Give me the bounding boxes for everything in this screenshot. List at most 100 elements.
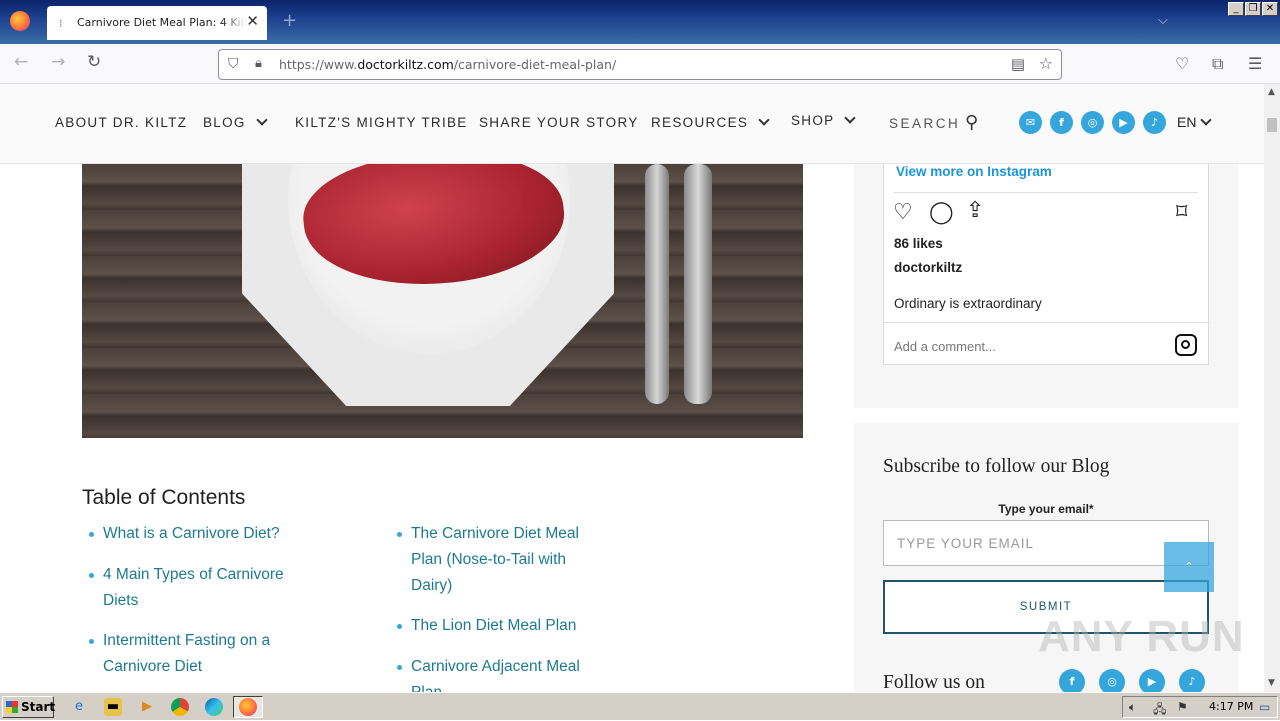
network-icon[interactable]: 🖧 [1153,700,1166,721]
toc-link-line: Dairy) [411,577,453,594]
volume-icon[interactable]: 🔈︎ [1129,700,1136,715]
nav-blog-label: BLOG [203,115,246,130]
nav-share-story[interactable]: SHARE YOUR STORY [479,115,639,130]
reader-view-icon[interactable]: ▤ [1011,55,1025,73]
site-header: ABOUT DR. KILTZ BLOG KILTZ'S MIGHTY TRIB… [0,84,1264,164]
search-label[interactable]: SEARCH [889,116,960,131]
toc-link-line: Plan (Nose-to-Tail with [411,551,567,568]
show-desktop-icon[interactable]: ▭ [1259,700,1270,714]
add-comment-field[interactable]: Add a comment... [894,339,996,354]
back-arrow-icon[interactable]: ← [14,52,28,72]
start-label: Start [21,700,56,714]
toc-link-line: Diets [103,592,139,609]
start-button[interactable]: Start [2,696,56,718]
youtube-icon[interactable]: ▶ [1112,111,1135,134]
forward-arrow-icon[interactable]: → [51,52,65,72]
scrollbar-thumb[interactable] [1267,118,1277,132]
likes-count: 86 likes [894,236,943,251]
share-icon[interactable]: ⇪ [966,198,984,223]
bookmark-star-icon[interactable]: ☆ [1039,54,1053,73]
toc-link-what-is[interactable]: What is a Carnivore Diet? [103,521,280,547]
chevron-down-icon [256,114,268,126]
firefox-icon [239,698,257,716]
toc-link-line: Intermittent Fasting on a [103,632,271,649]
instagram-embed-card: View more on Instagram ♡ ◯ ⇪ ⌑ 86 likes … [883,164,1210,365]
tab-list-chevron-icon[interactable]: ⌵ [1158,13,1168,28]
nav-about[interactable]: ABOUT DR. KILTZ [55,115,187,130]
toc-link-line: The Carnivore Diet Meal [411,525,579,542]
bookmark-icon[interactable]: ⌑ [1176,200,1187,225]
toc-link-nose-to-tail[interactable]: The Carnivore Diet Meal Plan (Nose-to-Tai… [411,521,579,599]
taskbar-firefox-active[interactable] [233,696,263,718]
instagram-logo-icon[interactable] [1175,334,1197,356]
chevron-down-icon [1200,114,1213,126]
nav-resources[interactable]: RESOURCES [651,114,770,130]
scroll-up-arrow-icon[interactable]: ▲ [1268,87,1275,97]
hero-image-steak-plate [82,164,803,438]
nav-tribe[interactable]: KILTZ'S MIGHTY TRIBE [295,115,468,130]
extensions-icon[interactable]: ⧉ [1212,54,1223,74]
tab-favicon-icon: ⁞ [59,17,63,30]
language-label: EN [1177,114,1197,130]
nav-blog[interactable]: BLOG [203,114,268,130]
instagram-username[interactable]: doctorkiltz [894,260,962,275]
tracking-shield-icon[interactable]: ⛉ [228,56,239,72]
subscribe-title: Subscribe to follow our Blog [883,456,1110,477]
scroll-down-arrow-icon[interactable]: ▼ [1268,678,1275,688]
media-player-icon[interactable]: ▶ [138,698,156,716]
lock-icon[interactable]: 🔒︎ [255,56,262,71]
toc-link-adjacent[interactable]: Carnivore Adjacent Meal Plan [411,654,580,692]
facebook-icon[interactable]: f [1050,111,1073,134]
toc-link-intermittent-fasting[interactable]: Intermittent Fasting on a Carnivore Diet [103,628,270,680]
windows-taskbar: Start e ▬ ▶ 🔈︎ 🖧 ⚑ 4:17 PM ▭ [0,692,1280,720]
folder-icon[interactable]: ▬ [104,698,122,716]
new-tab-button[interactable]: + [282,10,297,31]
comment-icon[interactable]: ◯ [929,200,954,225]
url-bar[interactable]: ⛉ 🔒︎ https://www.doctorkiltz.com/carnivo… [218,49,1062,80]
anyrun-watermark: ANY RUN [1038,612,1245,661]
toc-link-lion-diet[interactable]: The Lion Diet Meal Plan [411,613,576,639]
language-selector[interactable]: EN [1177,114,1213,130]
email-icon[interactable]: ✉ [1019,111,1042,134]
ie-icon[interactable]: e [70,698,88,716]
nav-resources-label: RESOURCES [651,115,749,130]
reload-icon[interactable]: ↻ [87,52,101,72]
menu-hamburger-icon[interactable]: ☰ [1248,54,1262,73]
toc-bullet [397,532,402,537]
flag-icon[interactable]: ⚑ [1177,700,1188,714]
window-close-button[interactable]: ✕ [1262,2,1278,16]
toc-link-line: Carnivore Adjacent Meal [411,658,580,675]
search-icon[interactable]: ⚲ [965,112,978,133]
nav-shop-label: SHOP [791,113,835,128]
tab-close-button[interactable]: ✕ [246,12,259,30]
toc-link-line: The Lion Diet Meal Plan [411,617,577,634]
divider [884,322,1210,323]
instagram-icon[interactable]: ◎ [1081,111,1104,134]
browser-tab-bar: ⁞ Carnivore Diet Meal Plan: 4 Killer Mea… [0,0,1280,44]
tiktok-icon[interactable]: ♪ [1143,111,1166,134]
post-caption: Ordinary is extraordinary [894,296,1042,311]
clock: 4:17 PM [1209,700,1254,713]
page-scrollbar[interactable]: ▲ ▼ [1264,84,1280,692]
window-minimize-button[interactable]: _ [1228,2,1244,16]
windows-logo-icon [6,701,18,713]
nav-shop[interactable]: SHOP [791,112,857,128]
view-more-instagram-link[interactable]: View more on Instagram [896,164,1052,179]
pocket-icon[interactable]: ♡ [1175,54,1189,73]
toc-link-main-types[interactable]: 4 Main Types of Carnivore Diets [103,562,284,614]
edge-icon[interactable] [205,698,223,716]
back-to-top-button[interactable]: ⌃ [1164,542,1214,592]
toc-bullet [89,532,94,537]
chrome-icon[interactable] [171,698,189,716]
toc-bullet [397,624,402,629]
heart-icon[interactable]: ♡ [893,200,913,225]
url-text[interactable]: https://www.doctorkiltz.com/carnivore-di… [279,57,616,72]
email-field[interactable] [883,520,1209,566]
firefox-logo-icon [10,11,30,31]
follow-us-label: Follow us on [883,672,985,693]
browser-tab[interactable]: ⁞ Carnivore Diet Meal Plan: 4 Killer Mea… [47,6,267,40]
browser-nav-bar: ← → ↻ ⛉ 🔒︎ https://www.doctorkiltz.com/c… [0,44,1280,84]
email-label: Type your email* [998,502,1094,516]
toc-link-line: Plan [411,680,580,692]
window-restore-button[interactable]: ❐ [1245,2,1261,16]
